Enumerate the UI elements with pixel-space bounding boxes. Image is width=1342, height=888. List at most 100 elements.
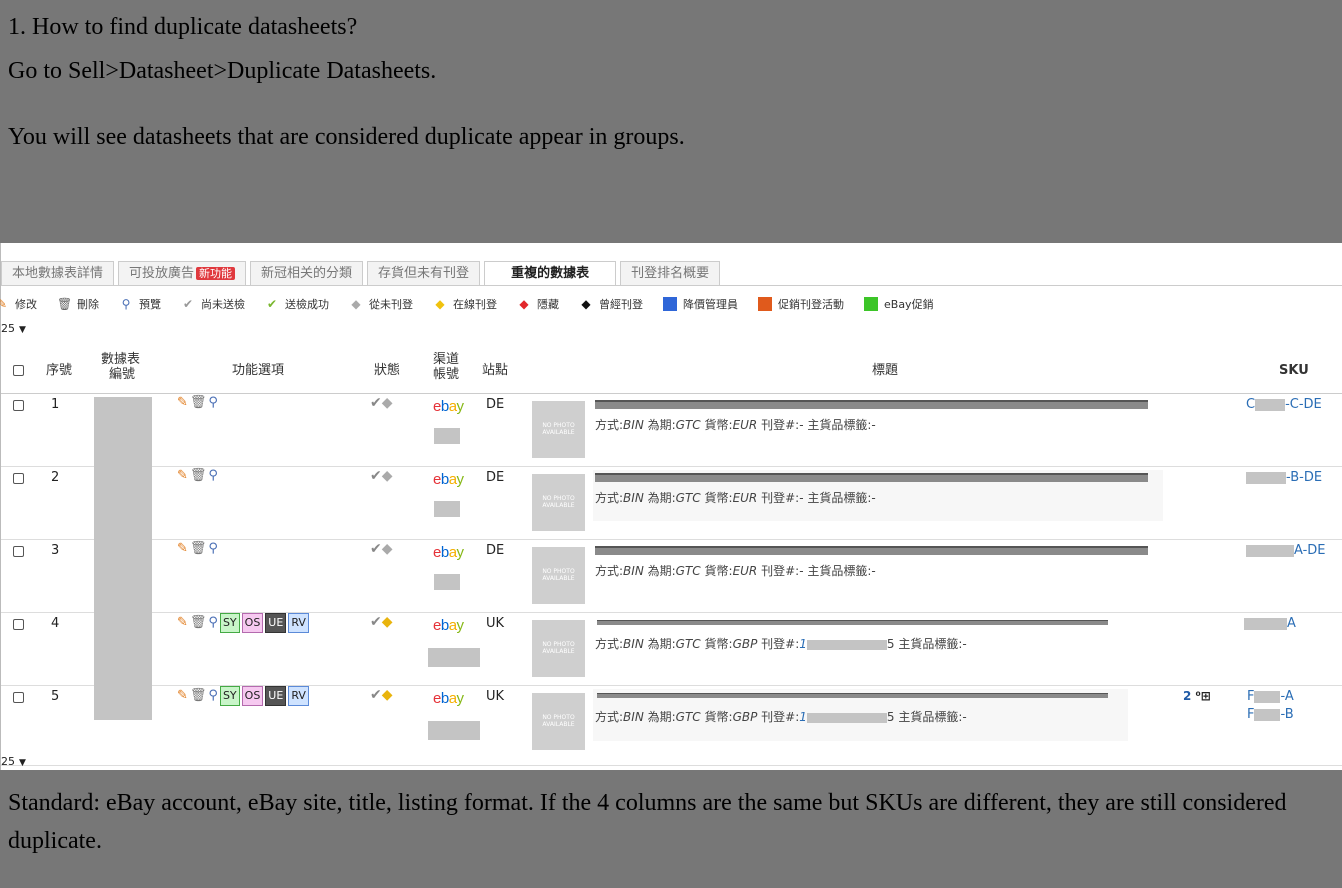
trash-icon[interactable]: 🗑 [190,542,207,556]
page-size-select-bottom[interactable]: 25 ▼ [1,753,45,771]
redacted-datasheet-numbers [94,397,152,720]
redacted-sku [1244,617,1287,630]
ebay-promo-label: eBay促銷 [884,298,934,311]
row-checkbox[interactable] [13,473,24,484]
os-tag[interactable]: OS [241,613,264,633]
pencil-icon[interactable]: ✎ [177,396,188,410]
new-feature-badge: 新功能 [196,267,236,280]
red-tag-icon: ◆ [519,297,529,311]
promo-label: 促銷刊登活動 [778,298,844,311]
tab-duplicate-datasheets[interactable]: 重複的數據表 [484,261,617,285]
pencil-icon[interactable]: ✎ [177,616,188,630]
os-tag[interactable]: OS [241,686,264,706]
header-channel-2: 帳號 [433,367,460,382]
row-sku[interactable]: -B-DE [1246,470,1322,485]
trash-icon: 🗑 [57,297,73,311]
redacted-account [428,648,480,667]
tab-stock-not-listed[interactable]: 存貨但未有刊登 [367,261,481,285]
duplicate-datasheets-panel: 本地數據表詳情 可投放廣告 新功能 新冠相关的分類 存貨但未有刊登 重複的數據表 … [0,243,1342,770]
green-check-icon: ✔ [266,297,278,311]
function-options: ✎ 🗑 ⚲ [177,469,218,483]
function-options: ✎ 🗑 ⚲ SY OS UE RV [177,686,309,706]
tab-label: 本地數據表詳情 [12,266,104,281]
pencil-icon[interactable]: ✎ [177,689,188,703]
rv-tag[interactable]: RV [288,686,309,706]
preview-legend[interactable]: ⚲ 預覽 [119,296,161,312]
row-sku[interactable]: A [1244,616,1296,631]
row-checkbox[interactable] [13,400,24,411]
tab-listing-ranking-summary[interactable]: 刊登排名概要 [620,261,721,285]
trash-icon[interactable]: 🗑 [190,469,207,483]
page-size-value: 25 [1,755,15,768]
hidden-label: 隱藏 [537,298,559,311]
tab-label: 新冠相关的分類 [261,266,353,281]
status-icons: ✔◆ [370,614,393,630]
ebay-logo: ebay [433,690,464,707]
tab-ad-eligible[interactable]: 可投放廣告 新功能 [118,261,247,285]
tab-local-datasheet-details[interactable]: 本地數據表詳情 [1,261,115,285]
redacted-sku [1246,471,1286,484]
status-icons: ✔◆ [370,395,393,411]
pencil-icon: ✎ [0,297,8,311]
magnifier-icon[interactable]: ⚲ [208,396,218,410]
row-checkbox[interactable] [13,546,24,557]
select-all-checkbox[interactable] [13,365,24,376]
edit-legend[interactable]: ✎ 修改 [0,296,37,312]
status-icons: ✔◆ [370,687,393,703]
preview-label: 預覽 [139,298,161,311]
magnifier-icon[interactable]: ⚲ [208,469,218,483]
trash-icon[interactable]: 🗑 [190,616,207,630]
never-listed-label: 從未刊登 [369,298,413,311]
header-datasheet-no-2: 編號 [109,367,136,382]
online-label: 在線刊登 [453,298,497,311]
redacted-account [428,721,480,740]
row-checkbox[interactable] [13,692,24,703]
magnifier-icon: ⚲ [121,297,131,311]
note-standard-text: Standard: eBay account, eBay site, title… [8,790,1287,854]
row-site: DE [486,397,505,412]
redacted-title [595,473,1148,482]
row-sku[interactable]: F -A [1247,689,1294,704]
green-square-icon [864,297,878,311]
sy-tag[interactable]: SY [219,613,240,633]
page-size-select-top[interactable]: 25 ▼ [1,320,45,338]
not-sent-label: 尚未送檢 [201,298,245,311]
magnifier-icon[interactable]: ⚲ [208,616,218,630]
pencil-icon[interactable]: ✎ [177,542,188,556]
function-options: ✎ 🗑 ⚲ [177,542,218,556]
once-listed-label: 曾經刊登 [599,298,643,311]
trash-icon[interactable]: 🗑 [190,689,207,703]
blue-square-icon [663,297,677,311]
page-size-value: 25 [1,322,15,335]
yellow-tag-icon: ◆ [381,687,393,703]
note-line-3: You will see datasheets that are conside… [8,124,685,150]
ue-tag[interactable]: UE [265,613,287,633]
no-photo-thumbnail: NO PHOTO AVAILABLE [532,620,585,677]
magnifier-icon[interactable]: ⚲ [208,689,218,703]
pencil-icon[interactable]: ✎ [177,469,188,483]
row-checkbox[interactable] [13,619,24,630]
tab-label: 刊登排名概要 [631,266,710,281]
redacted-sku [1254,708,1281,721]
online-legend: ◆ 在線刊登 [433,296,497,312]
row-sku[interactable]: C -C-DE [1246,397,1322,412]
duplicate-count[interactable]: 2 ⁰⊞ [1183,689,1211,703]
row-sku[interactable]: A-DE [1246,543,1326,558]
header-status: 狀態 [374,363,401,378]
chevron-down-icon: ▼ [19,325,26,335]
redacted-sku [1255,398,1286,411]
trash-icon[interactable]: 🗑 [190,396,207,410]
sy-tag[interactable]: SY [219,686,240,706]
delete-legend[interactable]: 🗑 刪除 [57,296,99,312]
row-sku-2[interactable]: F -B [1247,707,1294,722]
rv-tag[interactable]: RV [288,613,309,633]
instruction-note-bottom: Standard: eBay account, eBay site, title… [0,770,1342,888]
note-line-2: Go to Sell>Datasheet>Duplicate Datasheet… [8,58,437,84]
ue-tag[interactable]: UE [265,686,287,706]
listing-meta: 方式:BIN 為期:GTC 貨幣:EUR 刊登#:- 主貨品標籤:- [595,418,876,432]
magnifier-icon[interactable]: ⚲ [208,542,218,556]
redacted-title [595,546,1148,555]
redacted-listing [806,712,887,723]
status-icons: ✔◆ [370,541,393,557]
tab-covid-category[interactable]: 新冠相关的分類 [250,261,364,285]
